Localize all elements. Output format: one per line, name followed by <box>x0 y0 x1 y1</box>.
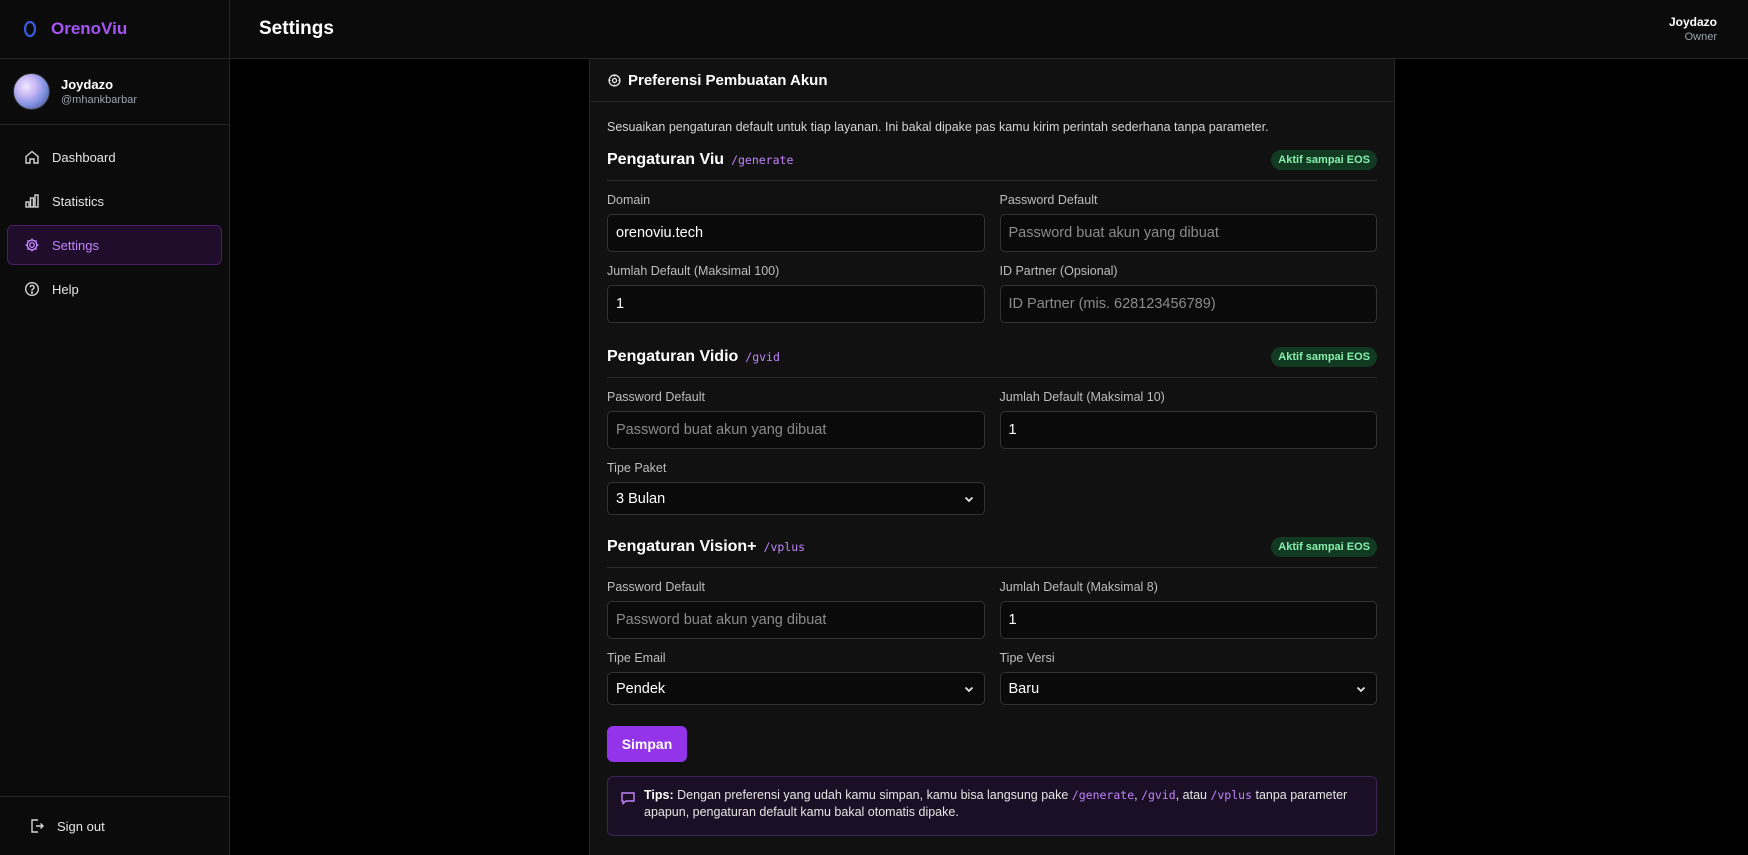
viu-password-input[interactable]: Password buat akun yang dibuat <box>999 214 1377 252</box>
card-title: Preferensi Pembuatan Akun <box>628 71 828 89</box>
sidebar-item-help[interactable]: Help <box>7 269 222 309</box>
vision-section-header: Pengaturan Vision+ /vplus Aktif sampai EO… <box>607 537 1377 568</box>
vidio-password-input[interactable]: Password buat akun yang dibuat <box>607 411 985 449</box>
sign-out-button[interactable]: Sign out <box>0 796 229 855</box>
amount-label: Jumlah Default (Maksimal 10) <box>999 390 1165 404</box>
status-badge: Aktif sampai EOS <box>1271 347 1377 367</box>
vision-amount-input[interactable]: 1 <box>999 601 1377 639</box>
chat-bubble-icon <box>620 790 636 806</box>
vision-section-title: Pengaturan Vision+ <box>607 538 757 555</box>
save-button[interactable]: Simpan <box>607 726 687 762</box>
top-bar: Settings Joydazo Owner <box>230 0 1748 59</box>
sidebar-item-settings[interactable]: Settings <box>7 225 222 265</box>
vidio-section-header: Pengaturan Vidio/gvid Aktif sampai EOS <box>607 347 1377 378</box>
gear-icon <box>23 236 41 254</box>
sign-out-icon <box>28 817 46 835</box>
app-root: OrenoViu Joydazo @mhankbarbar Dashboard … <box>0 0 1748 855</box>
amount-label: Jumlah Default (Maksimal 8) <box>999 580 1158 594</box>
sidebar-item-statistics[interactable]: Statistics <box>7 181 222 221</box>
vidio-section-title: Pengaturan Vidio <box>607 348 739 365</box>
sidebar-item-label: Settings <box>52 237 99 253</box>
viu-section-title: Pengaturan Viu <box>607 151 725 168</box>
viu-command: /generate <box>731 153 794 167</box>
sidebar-item-label: Dashboard <box>52 149 116 165</box>
vision-command: /vplus <box>763 540 806 554</box>
profile-handle: @mhankbarbar <box>61 94 137 106</box>
brand-name: OrenoViu <box>51 19 128 38</box>
sign-out-label: Sign out <box>57 818 105 834</box>
domain-label: Domain <box>607 193 651 207</box>
page-title: Settings <box>259 18 334 39</box>
vidio-package-select[interactable]: 3 Bulan <box>607 482 985 515</box>
bar-chart-icon <box>23 192 41 210</box>
tips-command-generate: /generate <box>1071 788 1135 802</box>
settings-icon <box>606 72 622 88</box>
tips-command-gvid: /gvid <box>1141 788 1176 802</box>
sidebar-item-label: Statistics <box>52 193 105 209</box>
vidio-command: /gvid <box>745 350 780 364</box>
tips-box: Tips: Dengan preferensi yang udah kamu s… <box>607 776 1377 836</box>
content-area[interactable]: Preferensi Pembuatan Akun Sesuaikan peng… <box>230 59 1748 855</box>
sidebar-item-label: Help <box>52 281 79 297</box>
tips-lead: Tips: <box>644 788 674 802</box>
user-name: Joydazo <box>1668 15 1717 29</box>
password-label: Password Default <box>999 193 1098 207</box>
tips-text-part: Dengan preferensi yang udah kamu simpan,… <box>673 788 1072 802</box>
profile-card[interactable]: Joydazo @mhankbarbar <box>0 59 229 125</box>
amount-label: Jumlah Default (Maksimal 100) <box>607 264 780 278</box>
tips-text: Tips: Dengan preferensi yang udah kamu s… <box>644 787 1364 835</box>
sidebar-nav: Dashboard Statistics Settings Help <box>0 125 229 796</box>
select-value: Pendek <box>616 680 666 697</box>
tips-text-part: , atau <box>1175 788 1211 802</box>
viu-domain-input[interactable]: orenoviu.tech <box>607 214 985 252</box>
select-value: 3 Bulan <box>616 490 666 507</box>
viu-partner-input[interactable]: ID Partner (mis. 628123456789) <box>999 285 1377 323</box>
chevron-down-icon <box>1354 682 1368 696</box>
password-label: Password Default <box>607 580 705 594</box>
user-menu[interactable]: Joydazo Owner <box>1669 15 1717 43</box>
tips-command-vplus: /vplus <box>1210 788 1252 802</box>
avatar <box>13 73 50 110</box>
card-header: Preferensi Pembuatan Akun <box>590 59 1394 102</box>
package-label: Tipe Paket <box>607 461 667 475</box>
home-icon <box>23 148 41 166</box>
vision-password-input[interactable]: Password buat akun yang dibuat <box>607 601 985 639</box>
partner-label: ID Partner (Opsional) <box>999 264 1118 278</box>
preferences-card: Preferensi Pembuatan Akun Sesuaikan peng… <box>589 59 1395 855</box>
status-badge: Aktif sampai EOS <box>1271 537 1377 557</box>
card-description: Sesuaikan pengaturan default untuk tiap … <box>607 120 1269 134</box>
sidebar: OrenoViu Joydazo @mhankbarbar Dashboard … <box>0 0 230 855</box>
email-type-label: Tipe Email <box>607 651 666 665</box>
select-value: Baru <box>1008 680 1040 697</box>
chevron-down-icon <box>962 682 976 696</box>
user-role: Owner <box>1684 31 1717 43</box>
password-label: Password Default <box>607 390 705 404</box>
vision-version-select[interactable]: Baru <box>999 672 1377 705</box>
main-area: Settings Joydazo Owner Preferensi Pembua… <box>230 0 1748 855</box>
chevron-down-icon <box>962 492 976 506</box>
vidio-amount-input[interactable]: 1 <box>999 411 1377 449</box>
status-badge: Aktif sampai EOS <box>1271 150 1377 170</box>
profile-name: Joydazo <box>61 77 114 92</box>
sidebar-item-dashboard[interactable]: Dashboard <box>7 137 222 177</box>
viu-amount-input[interactable]: 1 <box>607 285 985 323</box>
brand[interactable]: OrenoViu <box>0 0 229 59</box>
vision-email-type-select[interactable]: Pendek <box>607 672 985 705</box>
brand-logo-icon <box>20 19 40 39</box>
version-label: Tipe Versi <box>999 651 1055 665</box>
help-circle-icon <box>23 280 41 298</box>
viu-section-header: Pengaturan Viu/generate Aktif sampai EOS <box>607 150 1377 181</box>
